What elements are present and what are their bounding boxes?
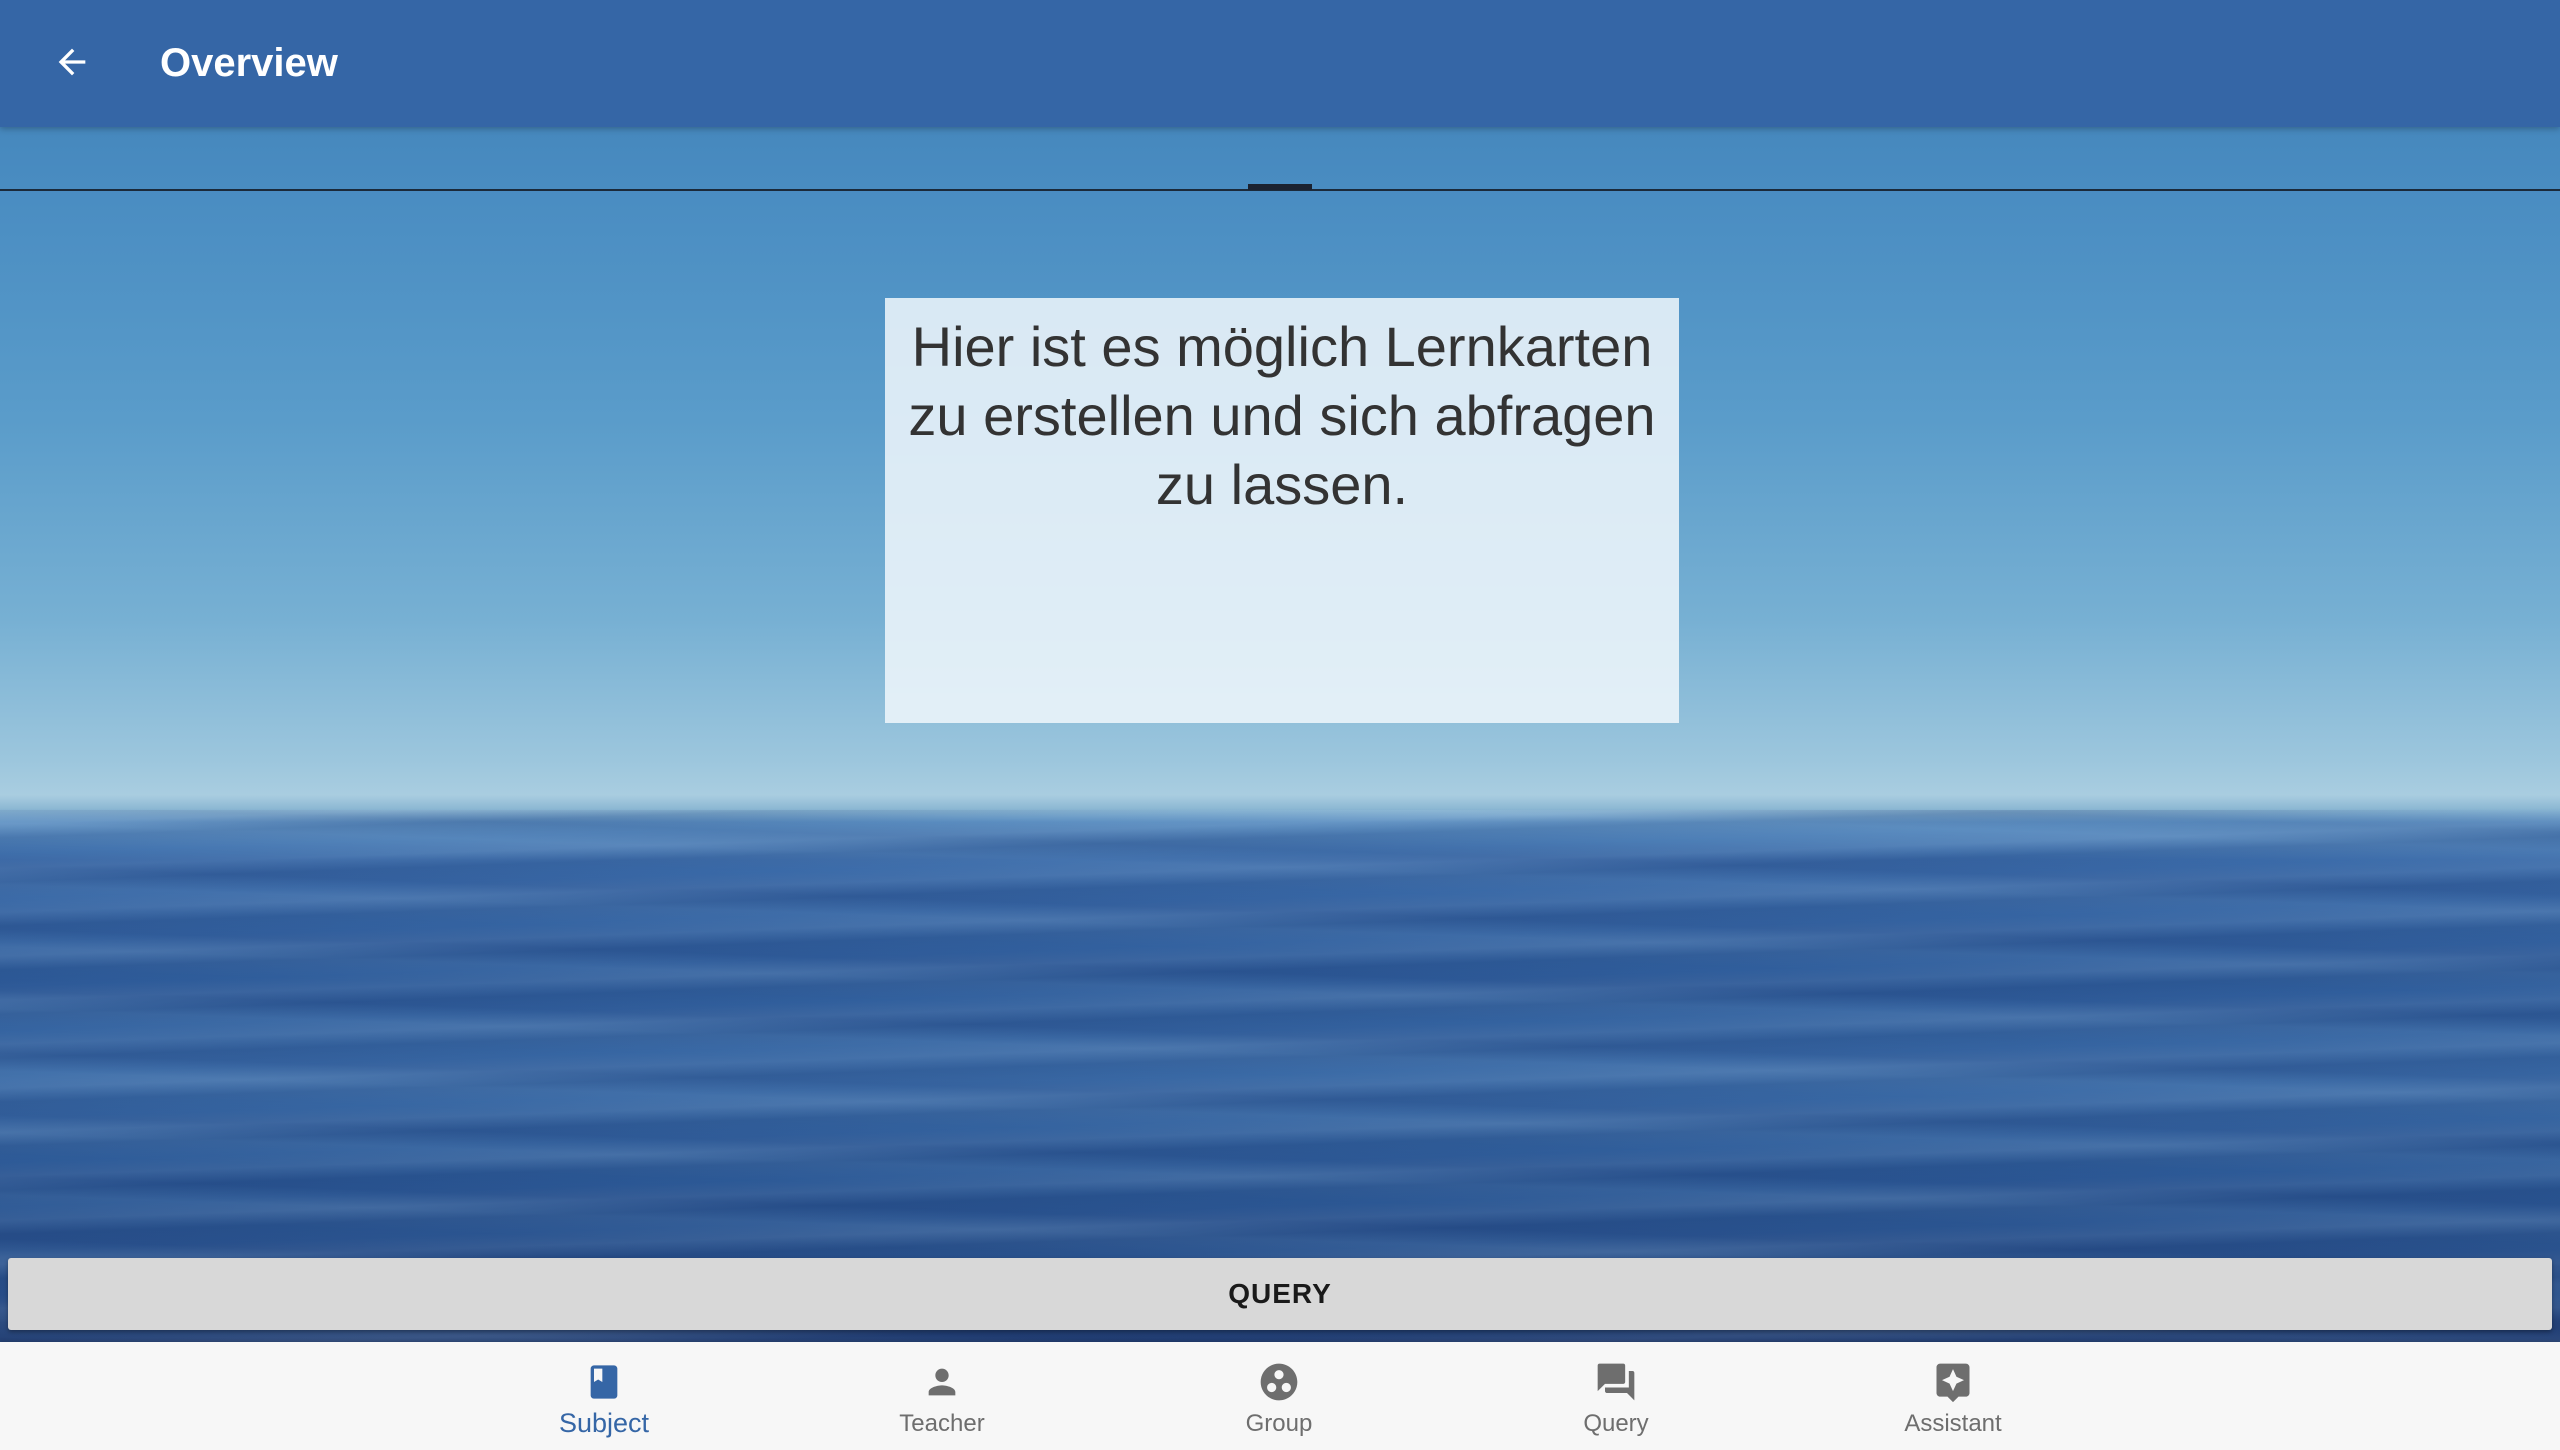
nav-item-assistant[interactable]: Assistant xyxy=(1833,1342,2073,1450)
query-button-label: QUERY xyxy=(1228,1278,1332,1309)
bottom-navigation: Subject Teacher Group Query Assistant xyxy=(0,1342,2560,1450)
nav-label-subject: Subject xyxy=(558,1408,650,1438)
tab-indicator[interactable] xyxy=(1248,184,1312,190)
chat-icon xyxy=(1592,1358,1640,1406)
app-root: Overview Hier ist es möglich Lernkarten … xyxy=(0,0,2560,1450)
nav-item-teacher[interactable]: Teacher xyxy=(822,1342,1062,1450)
nav-item-group[interactable]: Group xyxy=(1159,1342,1399,1450)
back-button[interactable] xyxy=(40,30,104,94)
arrow-left-icon xyxy=(58,48,86,76)
page-title: Overview xyxy=(160,41,338,85)
nav-item-subject[interactable]: Subject xyxy=(484,1342,724,1450)
book-icon xyxy=(580,1358,628,1406)
query-button[interactable]: QUERY xyxy=(8,1258,2552,1330)
nav-label-query: Query xyxy=(1583,1410,1649,1437)
nav-item-query[interactable]: Query xyxy=(1496,1342,1736,1450)
group-icon xyxy=(1255,1358,1303,1406)
info-card: Hier ist es möglich Lernkarten zu erstel… xyxy=(885,298,1679,723)
person-icon xyxy=(918,1358,966,1406)
assistant-icon xyxy=(1929,1358,1977,1406)
tab-strip xyxy=(0,127,2560,191)
nav-label-group: Group xyxy=(1245,1410,1313,1437)
nav-label-assistant: Assistant xyxy=(1904,1410,2002,1437)
nav-label-teacher: Teacher xyxy=(899,1410,985,1437)
info-card-text: Hier ist es möglich Lernkarten zu erstel… xyxy=(908,315,1656,516)
app-bar: Overview xyxy=(0,0,2560,127)
